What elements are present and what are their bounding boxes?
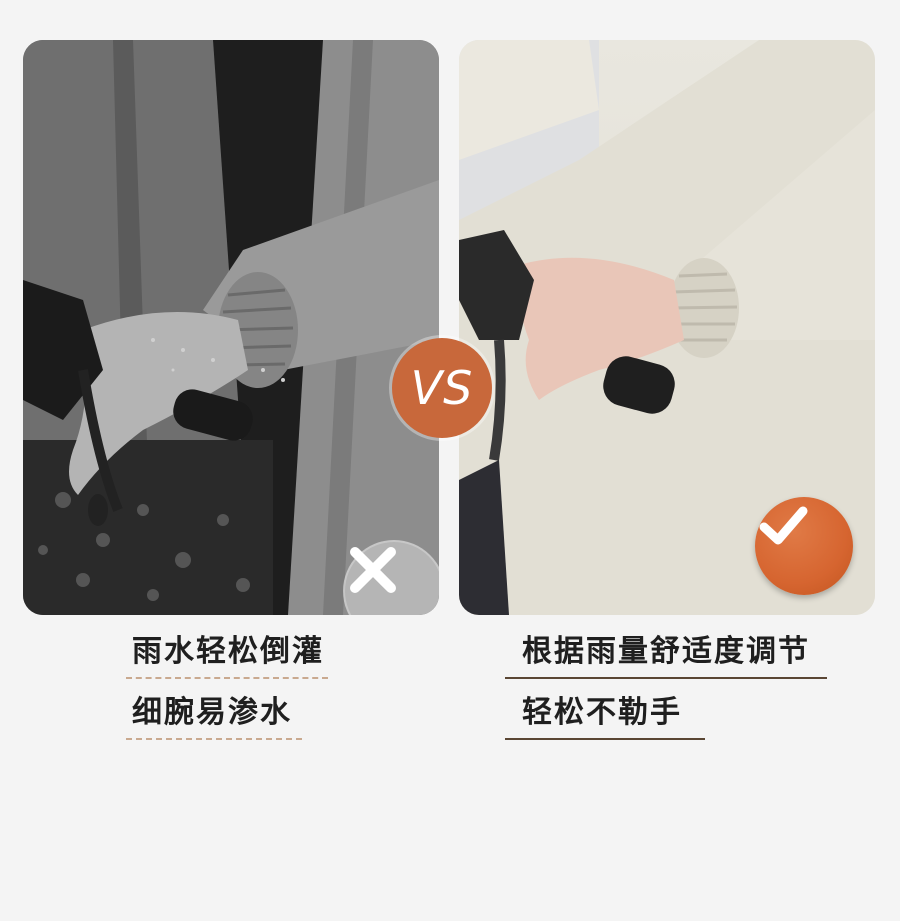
right-caption-2-underline bbox=[505, 738, 705, 740]
check-icon bbox=[759, 506, 808, 545]
left-caption-2: 细腕易渗水 bbox=[132, 695, 292, 730]
cross-mark-badge bbox=[343, 540, 439, 615]
check-mark-badge bbox=[755, 497, 853, 595]
left-photo-illustration bbox=[23, 40, 439, 615]
vs-label: VS bbox=[410, 361, 474, 415]
right-caption-1-underline bbox=[505, 677, 827, 679]
right-caption-2: 轻松不勒手 bbox=[522, 695, 682, 730]
left-photo-panel bbox=[23, 40, 439, 615]
cross-icon bbox=[350, 547, 396, 593]
right-photo-panel bbox=[459, 40, 875, 615]
left-caption-1: 雨水轻松倒灌 bbox=[132, 634, 324, 669]
right-caption-1: 根据雨量舒适度调节 bbox=[522, 634, 810, 669]
left-caption-2-underline bbox=[126, 738, 302, 740]
left-caption-1-underline bbox=[126, 677, 328, 679]
vs-badge: VS bbox=[392, 338, 492, 438]
